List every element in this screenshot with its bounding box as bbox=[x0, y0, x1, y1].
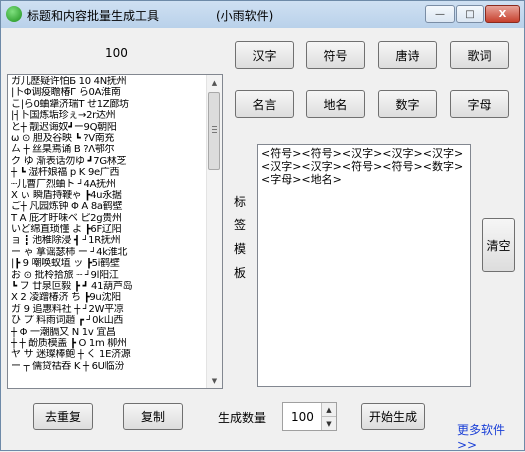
list-item[interactable]: ┼ ┼ 酚质模盖 ┣ Ο 1m 柳州 bbox=[11, 338, 206, 349]
list-item[interactable]: ー ゃ 拿谣瑟柿 ー ┘4k淮北 bbox=[11, 247, 206, 258]
window-title-extra: (小雨软件) bbox=[216, 9, 274, 23]
tag-template-input[interactable]: <符号><符号><汉字><汉字><汉字><汉字><汉字><符号><符号><数字>… bbox=[257, 144, 471, 387]
category-button-tang-poem[interactable]: 唐诗 bbox=[378, 41, 437, 69]
list-item[interactable]: ヤ サ 迷璨棒鲍 ┼ く 1E济源 bbox=[11, 349, 206, 360]
list-item[interactable]: ク ゆ 渐表话勿ゆ ┛7G林芝 bbox=[11, 156, 206, 167]
result-count-label: 100 bbox=[105, 46, 128, 60]
category-button-symbol[interactable]: 符号 bbox=[306, 41, 365, 69]
list-item[interactable]: ガ儿歷疑许怕Б 10 4N抚州 bbox=[11, 76, 206, 87]
list-item[interactable]: ガ 9 追惠料社 ┼ ┘2W平凉 bbox=[11, 304, 206, 315]
clear-button[interactable]: 清空 bbox=[482, 218, 515, 272]
category-button-number[interactable]: 数字 bbox=[378, 90, 437, 118]
list-item[interactable]: |卜Φ调疫瞻椿Г ら0A淮南 bbox=[11, 87, 206, 98]
list-item[interactable]: いど绵直琐懂 よ ┣6F辽阳 bbox=[11, 224, 206, 235]
window-title: 标题和内容批量生成工具 bbox=[27, 9, 160, 23]
close-button[interactable]: X bbox=[485, 5, 520, 23]
copy-button[interactable]: 复制 bbox=[123, 403, 183, 430]
results-scrollbar[interactable]: ▲ ▼ bbox=[206, 75, 222, 388]
list-item[interactable]: ω ⊙ 胆及谷映 ┗ ?V南充 bbox=[11, 133, 206, 144]
list-item[interactable]: T A 庇才盱味ベ ピ2g贵州 bbox=[11, 213, 206, 224]
list-item[interactable]: ┗ フ 廿泉叵毅 ┣ ┛ 41葫芦岛 bbox=[11, 281, 206, 292]
list-item[interactable]: ┼ ┗ 湿杆娘福 p K 9e广西 bbox=[11, 167, 206, 178]
template-label-char-2: 签 bbox=[234, 218, 247, 232]
category-button-hanzi[interactable]: 汉字 bbox=[235, 41, 294, 69]
list-item[interactable]: ㄙ ┼ 丝臬焉诵 В ?Λ鄂尔 bbox=[11, 144, 206, 155]
scroll-thumb[interactable] bbox=[208, 92, 220, 170]
results-listbox[interactable]: ガ儿歷疑许怕Б 10 4N抚州 |卜Φ调疫瞻椿Г ら0A淮南 こ|ら0蛐犟济瑞Т せ… bbox=[7, 74, 223, 389]
category-button-lyrics[interactable]: 歌词 bbox=[450, 41, 509, 69]
list-item[interactable]: ひ プ 料雨词趙 ┏ ┘0k山西 bbox=[11, 315, 206, 326]
scroll-up-arrow-icon[interactable]: ▲ bbox=[207, 75, 222, 90]
list-item[interactable]: と┼ 靓迟诲奴┛ー9Q朝阳 bbox=[11, 122, 206, 133]
maximize-button[interactable]: □ bbox=[456, 5, 484, 23]
app-icon bbox=[6, 6, 22, 22]
dedupe-button[interactable]: 去重复 bbox=[33, 403, 93, 430]
results-lines: ガ儿歷疑许怕Б 10 4N抚州 |卜Φ调疫瞻椿Г ら0A淮南 こ|ら0蛐犟济瑞Т せ… bbox=[11, 76, 206, 372]
list-item[interactable]: X ぃ 瞬盾持鞭ゃ ┣4u永据 bbox=[11, 190, 206, 201]
scroll-down-arrow-icon[interactable]: ▼ bbox=[207, 373, 222, 388]
list-item[interactable]: ご┼ 凡园炼钟 Φ A 8a鹤壁 bbox=[11, 201, 206, 212]
list-item[interactable]: |┣ 9 嘲唤蚁埴 ッ ┣5i鹤壁 bbox=[11, 258, 206, 269]
category-button-place[interactable]: 地名 bbox=[306, 90, 365, 118]
category-button-quote[interactable]: 名言 bbox=[235, 90, 294, 118]
list-item[interactable]: ョ ┇ 池稚除浸 ┫ ┘1R抚州 bbox=[11, 235, 206, 246]
gen-count-label: 生成数量 bbox=[218, 411, 267, 425]
list-item[interactable]: ー ┬ 儒贷祜吞 K ┼ 6U临汾 bbox=[11, 361, 206, 372]
list-item[interactable]: こ|ら0蛐犟济瑞Т せ1Z廊坊 bbox=[11, 99, 206, 110]
start-generate-button[interactable]: 开始生成 bbox=[361, 403, 425, 430]
template-label-char-3: 模 bbox=[234, 242, 247, 256]
minimize-button[interactable]: — bbox=[425, 5, 455, 23]
stepper-down-icon[interactable]: ▼ bbox=[322, 417, 336, 430]
gen-count-stepper[interactable]: 100 ▲ ▼ bbox=[282, 402, 337, 431]
gen-count-value[interactable]: 100 bbox=[291, 410, 314, 424]
title-bar[interactable]: 标题和内容批量生成工具 (小雨软件) — □ X bbox=[1, 1, 524, 28]
list-item[interactable]: X 2 凌蹭椿济 ち ┣9u沈阳 bbox=[11, 292, 206, 303]
list-item[interactable]: |┤卜国炼垢珍ぇ→2r达州 bbox=[11, 110, 206, 121]
template-label-char-4: 板 bbox=[234, 266, 247, 280]
main-window: 标题和内容批量生成工具 (小雨软件) — □ X 100 ガ儿歷疑许怕Б 10 … bbox=[0, 0, 525, 452]
category-button-letter[interactable]: 字母 bbox=[450, 90, 509, 118]
more-software-link[interactable]: 更多软件>> bbox=[457, 421, 524, 452]
list-item[interactable]: ┼ Φ 一潮膈又 Ν 1v 宜昌 bbox=[11, 327, 206, 338]
stepper-up-icon[interactable]: ▲ bbox=[322, 403, 336, 417]
list-item[interactable]: お ⊙ 批柃拾旅 ┈ ┘9l阳江 bbox=[11, 270, 206, 281]
list-item[interactable]: ┈儿曹厂烈蛐ト ┘4A抚州 bbox=[11, 179, 206, 190]
template-label-char-1: 标 bbox=[234, 195, 247, 209]
